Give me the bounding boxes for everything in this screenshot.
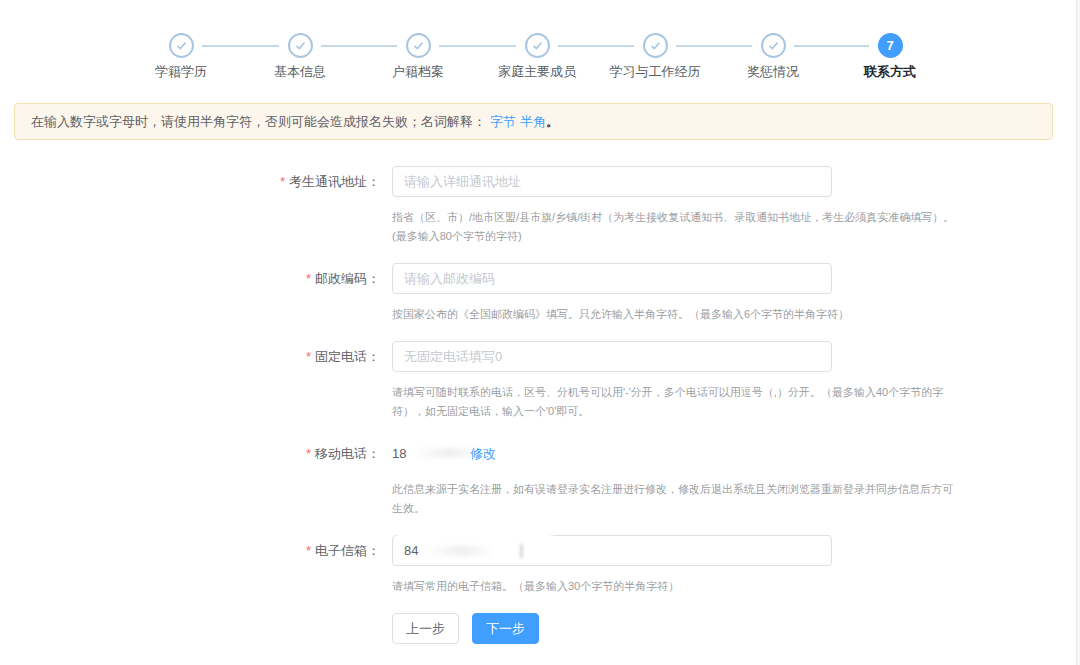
notice-period: 。	[546, 113, 559, 131]
step-1: 学籍学历	[116, 33, 246, 81]
field-row-mobile: *移动电话： 18 修改 此信息来源于实名注册，如有误请登录实名注册进行修改，修…	[0, 438, 1080, 518]
landline-input[interactable]: 无固定电话填写0	[392, 341, 832, 372]
glossary-link-halfwidth[interactable]: 半角	[520, 113, 546, 131]
notice-banner: 在输入数字或字母时，请使用半角字符，否则可能会造成报名失败；名词解释： 字节 半…	[14, 103, 1053, 140]
progress-stepper: 学籍学历基本信息户籍档案家庭主要成员学习与工作经历奖惩情况 7 联系方式	[0, 33, 1080, 81]
postcode-label: *邮政编码：	[0, 263, 380, 294]
landline-placeholder: 无固定电话填写0	[404, 348, 502, 366]
step-check-icon	[169, 33, 194, 58]
email-label: *电子信箱：	[0, 535, 380, 566]
required-asterisk: *	[306, 271, 311, 286]
glossary-link-byte[interactable]: 字节	[490, 113, 516, 131]
step-6: 奖惩情况	[708, 33, 838, 81]
step-check-icon	[288, 33, 313, 58]
step-label: 学籍学历	[116, 63, 246, 81]
postcode-help-text: 按国家公布的《全国邮政编码》填写。只允许输入半角字符。（最多输入6个字节的半角字…	[392, 305, 1002, 324]
postcode-input[interactable]: 请输入邮政编码	[392, 263, 832, 294]
required-asterisk: *	[280, 174, 285, 189]
step-label: 奖惩情况	[708, 63, 838, 81]
step-3: 户籍档案	[353, 33, 483, 81]
email-help-text: 请填写常用的电子信箱。（最多输入30个字节的半角字符）	[392, 577, 1002, 596]
step-label: 联系方式	[825, 63, 955, 81]
required-asterisk: *	[306, 446, 311, 461]
step-5: 学习与工作经历	[590, 33, 720, 81]
required-asterisk: *	[306, 349, 311, 364]
field-row-postcode: *邮政编码： 请输入邮政编码 按国家公布的《全国邮政编码》填写。只允许输入半角字…	[0, 263, 1080, 324]
email-value: 84	[404, 543, 418, 558]
next-step-button[interactable]: 下一步	[472, 613, 539, 644]
step-7: 7 联系方式	[825, 33, 955, 81]
step-check-icon	[406, 33, 431, 58]
step-check-icon	[525, 33, 550, 58]
censor-blur-mark	[520, 544, 523, 558]
step-number-badge: 7	[878, 33, 903, 58]
censored-blur	[426, 546, 496, 556]
postcode-placeholder: 请输入邮政编码	[404, 270, 495, 288]
step-label: 户籍档案	[353, 63, 483, 81]
step-4: 家庭主要成员	[472, 33, 602, 81]
field-row-landline: *固定电话： 无固定电话填写0 请填写可随时联系的电话，区号、分机号可以用'-'…	[0, 341, 1080, 421]
address-input[interactable]: 请输入详细通讯地址	[392, 166, 832, 197]
address-label: *考生通讯地址：	[0, 166, 380, 197]
mobile-label: *移动电话：	[0, 438, 380, 469]
modify-mobile-link[interactable]: 修改	[470, 438, 496, 469]
mobile-help-text: 此信息来源于实名注册，如有误请登录实名注册进行修改，修改后退出系统且关闭浏览器重…	[392, 480, 1002, 518]
address-help-text: 指省（区、市）/地市区盟/县市旗/乡镇/街村（为考生接收复试通知书、录取通知书地…	[392, 208, 1002, 246]
prev-step-button[interactable]: 上一步	[392, 613, 459, 644]
landline-help-text: 请填写可随时联系的电话，区号、分机号可以用'-'分开，多个电话可以用逗号（,）分…	[392, 383, 1002, 421]
field-row-email: *电子信箱： 84 请填写常用的电子信箱。（最多输入30个字节的半角字符）	[0, 535, 1080, 596]
field-row-address: *考生通讯地址： 请输入详细通讯地址 指省（区、市）/地市区盟/县市旗/乡镇/街…	[0, 166, 1080, 246]
required-asterisk: *	[306, 543, 311, 558]
step-label: 家庭主要成员	[472, 63, 602, 81]
step-label: 基本信息	[235, 63, 365, 81]
step-2: 基本信息	[235, 33, 365, 81]
landline-label: *固定电话：	[0, 341, 380, 372]
email-input[interactable]: 84	[392, 535, 832, 566]
scrollbar-track[interactable]	[1076, 0, 1080, 665]
step-label: 学习与工作经历	[590, 63, 720, 81]
address-placeholder: 请输入详细通讯地址	[404, 173, 521, 191]
step-check-icon	[761, 33, 786, 58]
step-check-icon	[643, 33, 668, 58]
censor-blur-patch	[397, 530, 552, 541]
notice-text: 在输入数字或字母时，请使用半角字符，否则可能会造成报名失败；名词解释：	[31, 113, 486, 131]
